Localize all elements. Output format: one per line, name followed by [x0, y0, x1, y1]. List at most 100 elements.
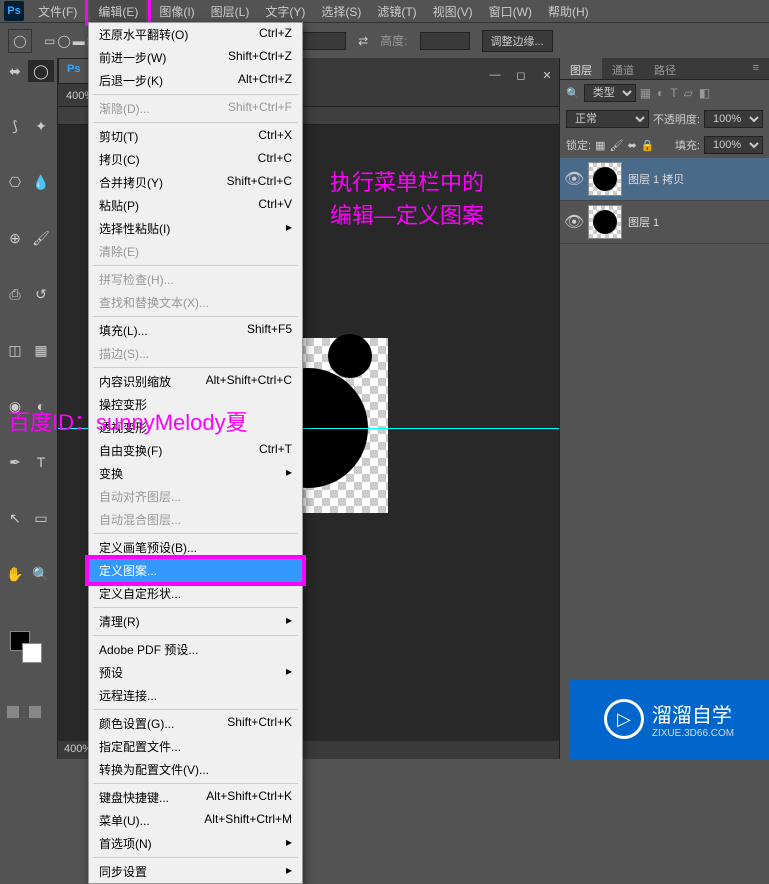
- menu-item[interactable]: 自由变换(F)Ctrl+T: [89, 439, 302, 462]
- visibility-icon[interactable]: 👁: [564, 212, 582, 232]
- lock-label: 锁定:: [566, 137, 591, 153]
- swap-icon[interactable]: ⇄: [358, 34, 368, 48]
- tool-preset-icon[interactable]: ◯: [8, 29, 32, 53]
- fill-select[interactable]: 100%: [704, 136, 763, 154]
- menu-item[interactable]: 后退一步(K)Alt+Ctrl+Z: [89, 69, 302, 92]
- hand-tool[interactable]: ✋: [2, 563, 28, 585]
- menu-item[interactable]: 菜单(U)...Alt+Shift+Ctrl+M: [89, 809, 302, 832]
- screenmode-toggle[interactable]: [28, 705, 42, 719]
- watermark-text: 百度ID：sunnyMelody夏: [8, 405, 248, 437]
- menu-view[interactable]: 视图(V): [425, 0, 481, 23]
- opacity-label: 不透明度:: [653, 111, 700, 127]
- menu-window[interactable]: 窗口(W): [481, 0, 540, 23]
- width-input[interactable]: [296, 32, 346, 50]
- filter-text-icon[interactable]: T: [670, 86, 677, 100]
- zoom-tool[interactable]: 🔍: [28, 563, 54, 585]
- layer-thumb[interactable]: [588, 162, 622, 196]
- tab-channels[interactable]: 通道: [602, 58, 644, 79]
- layer-row[interactable]: 👁 图层 1: [560, 201, 769, 244]
- shape-tool[interactable]: ▭: [28, 507, 54, 529]
- crop-tool[interactable]: ⎔: [2, 172, 28, 194]
- filter-type-select[interactable]: 类型: [584, 84, 636, 102]
- menu-item[interactable]: 预设▸: [89, 661, 302, 684]
- menu-item[interactable]: 转换为配置文件(V)...: [89, 758, 302, 781]
- filter-adjust-icon[interactable]: ◐: [657, 86, 664, 100]
- menu-item[interactable]: 拷贝(C)Ctrl+C: [89, 148, 302, 171]
- menu-filter[interactable]: 滤镜(T): [369, 0, 424, 23]
- menu-item[interactable]: 变换▸: [89, 462, 302, 485]
- menu-select[interactable]: 选择(S): [313, 0, 369, 23]
- type-tool[interactable]: T: [28, 451, 54, 473]
- lock-all-icon[interactable]: 🔒: [641, 139, 655, 152]
- filter-icon[interactable]: 🔍: [566, 87, 580, 100]
- menu-item[interactable]: 合并拷贝(Y)Shift+Ctrl+C: [89, 171, 302, 194]
- menu-item[interactable]: 定义图案...: [89, 559, 302, 582]
- eraser-tool[interactable]: ◫: [2, 340, 28, 362]
- marquee-shape-icons[interactable]: ▭◯▬▮: [44, 34, 93, 48]
- filter-pixel-icon[interactable]: ▦: [640, 86, 651, 100]
- layer-row[interactable]: 👁 图层 1 拷贝: [560, 158, 769, 201]
- menu-item[interactable]: 颜色设置(G)...Shift+Ctrl+K: [89, 712, 302, 735]
- menu-type[interactable]: 文字(Y): [257, 0, 313, 23]
- blend-mode-select[interactable]: 正常: [566, 110, 649, 128]
- marquee-tool[interactable]: ◯: [28, 60, 54, 82]
- close-button[interactable]: ✕: [535, 66, 559, 84]
- pen-tool[interactable]: ✒: [2, 451, 28, 473]
- menu-item[interactable]: 剪切(T)Ctrl+X: [89, 125, 302, 148]
- history-brush-tool[interactable]: ↺: [28, 284, 54, 306]
- menu-item[interactable]: 粘贴(P)Ctrl+V: [89, 194, 302, 217]
- panel-menu-icon[interactable]: ≡: [743, 58, 769, 79]
- gradient-tool[interactable]: ▦: [28, 340, 54, 362]
- layer-name[interactable]: 图层 1: [628, 214, 659, 230]
- wand-tool[interactable]: ✦: [28, 116, 54, 138]
- menu-item[interactable]: 指定配置文件...: [89, 735, 302, 758]
- brush-tool[interactable]: 🖌: [28, 228, 54, 250]
- quickmask-toggle[interactable]: [6, 705, 20, 719]
- brand-url: ZIXUE.3D66.COM: [652, 728, 734, 739]
- menu-item[interactable]: 选择性粘贴(I)▸: [89, 217, 302, 240]
- menu-edit[interactable]: 编辑(E): [90, 0, 146, 23]
- lasso-tool[interactable]: ⟆: [2, 116, 28, 138]
- canvas-artwork[interactable]: [298, 338, 388, 513]
- min-button[interactable]: —: [483, 66, 507, 84]
- menu-item[interactable]: 前进一步(W)Shift+Ctrl+Z: [89, 46, 302, 69]
- menu-help[interactable]: 帮助(H): [540, 0, 597, 23]
- height-input[interactable]: [420, 32, 470, 50]
- lock-paint-icon[interactable]: 🖌: [609, 139, 623, 152]
- height-label: 高度:: [380, 32, 407, 49]
- menu-item[interactable]: 还原水平翻转(O)Ctrl+Z: [89, 23, 302, 46]
- lock-trans-icon[interactable]: ▦: [595, 139, 605, 152]
- menu-item[interactable]: 定义自定形状...: [89, 582, 302, 605]
- filter-shape-icon[interactable]: ▱: [684, 86, 693, 100]
- move-tool[interactable]: ⬌: [2, 60, 28, 82]
- tab-paths[interactable]: 路径: [644, 58, 686, 79]
- tab-layers[interactable]: 图层: [560, 58, 602, 79]
- menu-item: 清除(E): [89, 240, 302, 263]
- menu-file[interactable]: 文件(F): [30, 0, 85, 23]
- menu-layer[interactable]: 图层(L): [203, 0, 258, 23]
- menu-item[interactable]: 首选项(N)▸: [89, 832, 302, 855]
- bg-color-swatch[interactable]: [22, 643, 42, 663]
- filter-smart-icon[interactable]: ◧: [699, 86, 710, 100]
- visibility-icon[interactable]: 👁: [564, 169, 582, 189]
- opacity-select[interactable]: 100%: [704, 110, 763, 128]
- layer-thumb[interactable]: [588, 205, 622, 239]
- menu-image[interactable]: 图像(I): [151, 0, 202, 23]
- color-swatches[interactable]: [2, 627, 55, 667]
- menu-item[interactable]: 同步设置▸: [89, 860, 302, 883]
- menu-item[interactable]: 远程连接...: [89, 684, 302, 707]
- menu-item[interactable]: 内容识别缩放Alt+Shift+Ctrl+C: [89, 370, 302, 393]
- menu-item[interactable]: 填充(L)...Shift+F5: [89, 319, 302, 342]
- menu-item[interactable]: 清理(R)▸: [89, 610, 302, 633]
- menu-item[interactable]: Adobe PDF 预设...: [89, 638, 302, 661]
- eyedropper-tool[interactable]: 💧: [28, 172, 54, 194]
- path-tool[interactable]: ↖: [2, 507, 28, 529]
- menu-item[interactable]: 键盘快捷键...Alt+Shift+Ctrl+K: [89, 786, 302, 809]
- brand-logo: ▷ 溜溜自学 ZIXUE.3D66.COM: [569, 679, 769, 759]
- refine-edge-button[interactable]: 调整边缘...: [482, 30, 553, 52]
- layer-name[interactable]: 图层 1 拷贝: [628, 171, 684, 187]
- stamp-tool[interactable]: ⎙: [2, 284, 28, 306]
- lock-pos-icon[interactable]: ⬌: [627, 139, 636, 152]
- max-button[interactable]: ◻: [509, 66, 533, 84]
- heal-tool[interactable]: ⊕: [2, 228, 28, 250]
